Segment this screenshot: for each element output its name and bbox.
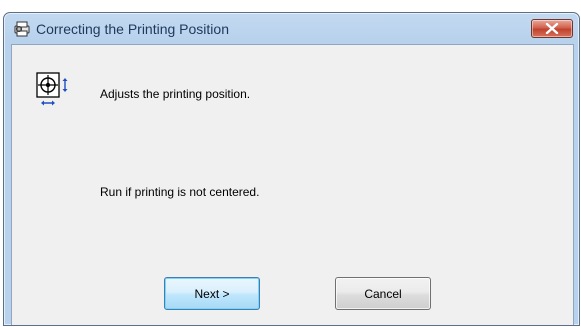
printer-settings-icon bbox=[14, 21, 30, 37]
next-button[interactable]: Next > bbox=[164, 277, 260, 310]
close-button[interactable] bbox=[531, 19, 573, 38]
note-text: Run if printing is not centered. bbox=[100, 185, 260, 199]
dialog-content: Adjusts the printing position. Run if pr… bbox=[11, 44, 574, 325]
cancel-button[interactable]: Cancel bbox=[335, 277, 431, 310]
close-icon bbox=[545, 23, 559, 34]
title-bar[interactable]: Correcting the Printing Position bbox=[4, 13, 579, 44]
dialog-window: Correcting the Printing Position Adjusts… bbox=[3, 12, 580, 326]
description-text: Adjusts the printing position. bbox=[100, 87, 251, 101]
print-position-crosshair-icon bbox=[36, 72, 68, 106]
window-title: Correcting the Printing Position bbox=[36, 21, 229, 37]
